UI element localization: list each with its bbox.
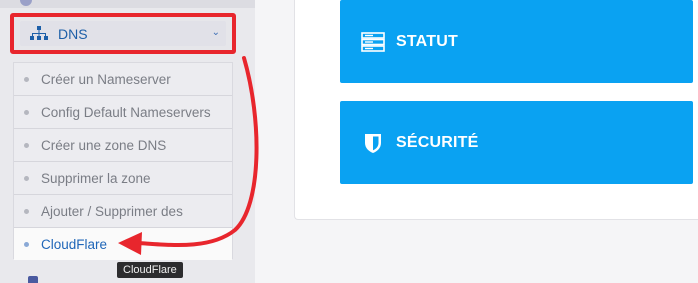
sidebar-bottom-item[interactable] <box>28 276 38 283</box>
submenu-item-label: CloudFlare <box>41 236 108 252</box>
submenu-item-create-nameserver[interactable]: Créer un Nameserver <box>14 63 232 96</box>
dns-menu-label: DNS <box>58 25 88 42</box>
shield-icon <box>360 132 386 154</box>
bullet-icon <box>24 76 29 82</box>
sidebar: DNS ⌄ Créer un Nameserver Config Default… <box>0 0 255 283</box>
submenu-item-label: Config Default Nameservers <box>41 104 211 120</box>
chevron-down-icon[interactable]: ⌄ <box>212 27 220 38</box>
bullet-icon <box>24 208 29 214</box>
bullet-icon <box>24 142 29 148</box>
server-icon <box>360 31 386 53</box>
submenu-item-label: Créer une zone DNS <box>41 137 167 153</box>
submenu-item-delete-zone[interactable]: Supprimer la zone <box>14 162 232 195</box>
submenu-item-label: Créer un Nameserver <box>41 71 171 87</box>
sitemap-icon <box>30 25 48 42</box>
submenu-item-default-nameservers[interactable]: Config Default Nameservers <box>14 96 232 129</box>
dns-menu-highlight: DNS ⌄ <box>10 13 236 54</box>
dns-menu-toggle[interactable]: DNS <box>20 21 226 46</box>
bullet-icon <box>24 109 29 115</box>
statut-label: STATUT <box>396 32 458 50</box>
bullet-icon <box>24 241 29 247</box>
sidebar-top-item[interactable] <box>0 0 255 8</box>
dns-submenu: Créer un Nameserver Config Default Names… <box>13 62 233 260</box>
securite-tile[interactable]: SÉCURITÉ <box>340 101 693 184</box>
submenu-item-label: Ajouter / Supprimer des <box>41 203 183 219</box>
bullet-icon <box>24 175 29 181</box>
securite-label: SÉCURITÉ <box>396 133 479 151</box>
submenu-item-label: Supprimer la zone <box>41 170 151 186</box>
submenu-item-cloudflare[interactable]: CloudFlare <box>14 228 232 260</box>
tooltip: CloudFlare <box>117 262 183 278</box>
submenu-item-create-zone[interactable]: Créer une zone DNS <box>14 129 232 162</box>
menu-icon <box>20 0 32 6</box>
statut-tile[interactable]: STATUT <box>340 0 693 83</box>
submenu-item-add-remove[interactable]: Ajouter / Supprimer des <box>14 195 232 228</box>
